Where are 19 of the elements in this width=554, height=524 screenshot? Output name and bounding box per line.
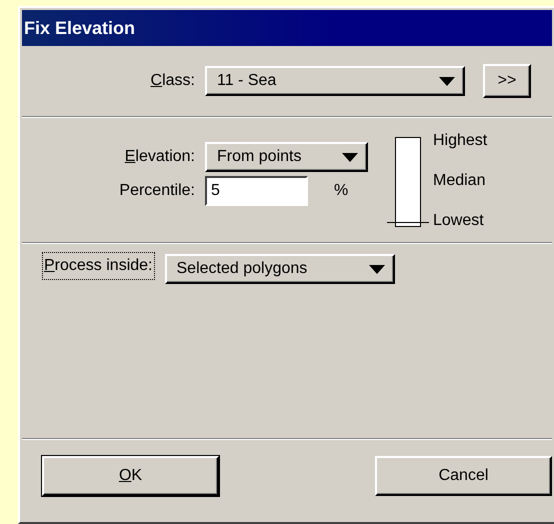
ok-button[interactable]: OK [42, 456, 219, 496]
window-title: Fix Elevation [24, 19, 136, 37]
percentile-field[interactable]: 5 [205, 176, 308, 206]
cancel-button[interactable]: Cancel [375, 456, 552, 496]
caret-icon [342, 152, 358, 162]
dropdown[interactable]: 11 - Sea [205, 66, 465, 96]
dropdown[interactable]: Selected polygons [164, 254, 394, 284]
meter-label: Lowest [433, 211, 485, 231]
meter-label: Highest [433, 131, 488, 151]
field-label: Process inside: [44, 254, 152, 278]
field-label: Class: [150, 71, 195, 91]
field-label: Elevation: [124, 147, 195, 167]
field-label: Percentile: [118, 181, 195, 201]
caret-icon [368, 264, 384, 274]
dropdown[interactable]: From points [205, 142, 368, 172]
caret-icon [439, 76, 455, 86]
more-button[interactable]: >> [483, 64, 531, 98]
unit-label: % [334, 181, 348, 201]
meter-label: Median [433, 171, 486, 191]
